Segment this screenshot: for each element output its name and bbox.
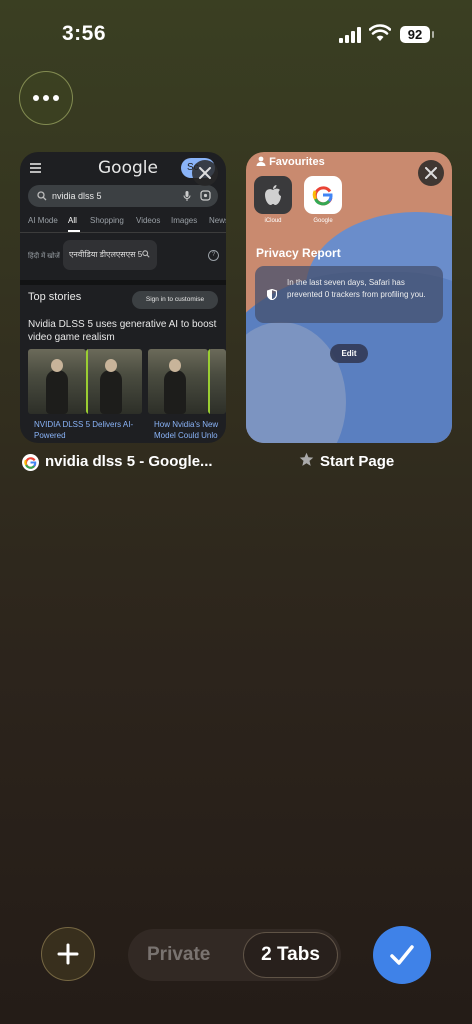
news-headline: Nvidia DLSS 5 uses generative AI to boos…: [28, 319, 217, 343]
tab-title-text: nvidia dlss 5 - Google...: [45, 453, 213, 470]
favourite-icloud: iCloud: [253, 176, 293, 224]
privacy-report-text: In the last seven days, Safari has preve…: [287, 278, 426, 299]
help-icon: ?: [208, 250, 219, 261]
lens-icon: [200, 190, 211, 201]
new-tab-button[interactable]: [41, 927, 95, 981]
tab-title-start-page: Start Page: [299, 452, 394, 472]
status-time: 3:56: [62, 22, 107, 45]
hindi-suggestion-text: एनवीडिया डीएलएसएस 5: [69, 250, 143, 259]
news-thumbnail: [148, 349, 208, 414]
close-icon: [425, 167, 437, 179]
news-caption: NVIDIA DLSS 5 Delivers AI-Powered: [34, 420, 134, 440]
favourite-label: iCloud: [264, 218, 282, 224]
plus-icon: [57, 943, 79, 965]
apple-icon: [254, 176, 292, 214]
news-thumbnail: [86, 349, 142, 414]
news-thumbnails: [28, 349, 226, 414]
bottom-toolbar: Private 2 Tabs: [0, 925, 472, 985]
more-dots-icon: [33, 95, 39, 101]
google-nav-item: Images: [171, 216, 198, 225]
menu-icon: [30, 163, 41, 175]
privacy-report-card: In the last seven days, Safari has preve…: [255, 266, 443, 323]
cellular-signal-icon: [339, 27, 361, 43]
star-icon: [299, 452, 314, 466]
close-tab-button[interactable]: [192, 160, 218, 186]
google-nav-item: Shopping: [90, 216, 124, 225]
google-nav-tabs: AI Mode All Shopping Videos Images News: [20, 214, 226, 232]
tab-title-google: nvidia dlss 5 - Google...: [22, 452, 213, 472]
tabs-option[interactable]: 2 Tabs: [243, 932, 338, 978]
search-icon: [142, 250, 150, 258]
tab-card-google[interactable]: Google Sc nvidia dlss 5 AI Mode All Shop…: [20, 152, 226, 443]
google-nav-item: AI Mode: [28, 216, 58, 225]
tab-group-selector: Private 2 Tabs: [128, 929, 341, 981]
hindi-suggestion-chip: एनवीडिया डीएलएसएस 5: [63, 240, 157, 270]
tab-card-start-page[interactable]: Favourites iCloud Google Privacy Report …: [246, 152, 452, 443]
shield-icon: [267, 289, 277, 300]
google-search-bar: nvidia dlss 5: [28, 185, 218, 207]
mic-icon: [183, 191, 191, 201]
signin-chip: Sign in to customise: [132, 291, 218, 309]
top-stories-heading: Top stories: [28, 291, 82, 303]
google-nav-item: Videos: [136, 216, 161, 225]
close-icon: [199, 167, 211, 179]
favourite-google: Google: [303, 176, 343, 224]
hindi-search-label: हिंदी में खोजें: [28, 253, 60, 260]
favourites-label: Favourites: [269, 156, 325, 168]
person-icon: [256, 156, 266, 166]
google-icon: [304, 176, 342, 214]
private-tab-option[interactable]: Private: [147, 929, 210, 981]
privacy-report-title: Privacy Report: [256, 246, 341, 260]
done-button[interactable]: [373, 926, 431, 984]
favourites-heading: Favourites: [256, 156, 325, 168]
tab-title-text: Start Page: [320, 453, 395, 470]
battery-indicator: 92: [400, 26, 434, 43]
signin-text: Sign in to customise: [145, 296, 205, 303]
status-bar: 3:56 92: [0, 0, 472, 60]
wifi-icon: [369, 24, 391, 41]
close-tab-button[interactable]: [418, 160, 444, 186]
google-nav-item: News: [209, 216, 226, 225]
google-logo: Google: [98, 158, 158, 178]
google-nav-item: All: [68, 216, 77, 225]
news-thumbnail: [28, 349, 86, 414]
search-icon: [37, 191, 47, 201]
more-options-button[interactable]: [19, 71, 73, 125]
edit-button[interactable]: Edit: [330, 344, 368, 363]
news-thumbnail: [208, 349, 226, 414]
news-caption: How Nvidia's New Model Could Unlo: [154, 420, 219, 440]
favourite-label: Google: [313, 218, 333, 224]
checkmark-icon: [390, 945, 414, 965]
google-favicon-icon: [22, 453, 39, 471]
google-query: nvidia dlss 5: [52, 191, 102, 201]
